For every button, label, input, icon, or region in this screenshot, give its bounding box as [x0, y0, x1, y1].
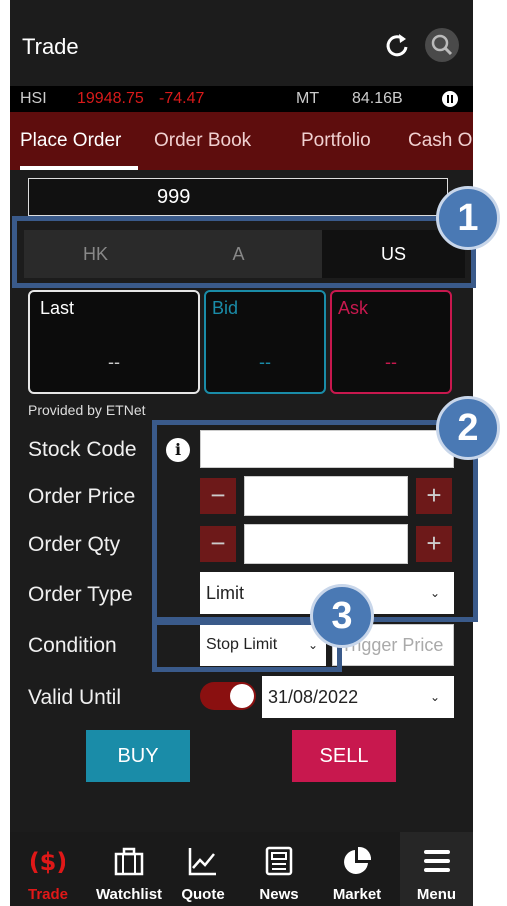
callout-badge-3: 3 [310, 584, 374, 648]
briefcase-icon [114, 847, 144, 876]
account-selector[interactable]: 999 [28, 178, 448, 216]
last-label: Last [40, 298, 75, 318]
sell-button[interactable]: SELL [292, 730, 396, 782]
search-icon[interactable] [425, 28, 459, 62]
nav-watchlist[interactable]: Watchlist [86, 832, 172, 906]
valid-until-toggle[interactable] [200, 682, 256, 710]
callout-box-1 [12, 216, 476, 288]
bid-price-box: Bid -- [204, 290, 326, 394]
trade-tabs: Place Order Order Book Portfolio Cash O [10, 112, 473, 170]
tab-portfolio[interactable]: Portfolio [301, 130, 371, 152]
pause-icon[interactable] [442, 91, 458, 107]
svg-text:($): ($) [31, 848, 65, 876]
order-qty-label: Order Qty [28, 533, 121, 556]
bottom-nav: ($) Trade Watchlist Quote [10, 832, 473, 906]
order-type-label: Order Type [28, 583, 133, 606]
menu-icon [423, 850, 450, 872]
nav-trade[interactable]: ($) Trade [10, 832, 86, 906]
index-name: HSI [20, 90, 47, 107]
ask-price-box: Ask -- [330, 290, 452, 394]
nav-market-label: Market [332, 886, 382, 903]
page-title: Trade [22, 34, 79, 59]
active-tab-indicator [20, 166, 138, 170]
valid-until-label: Valid Until [28, 686, 121, 709]
nav-news-label: News [259, 886, 299, 903]
tab-place-order[interactable]: Place Order [20, 130, 121, 152]
bid-label: Bid [212, 298, 239, 318]
last-value: -- [108, 352, 120, 372]
condition-label: Condition [28, 634, 117, 657]
nav-quote[interactable]: Quote [172, 832, 234, 906]
top-bar: Trade [10, 0, 473, 86]
valid-until-select[interactable]: 31/08/2022 ⌄ [262, 676, 454, 718]
last-price-box: Last -- [28, 290, 200, 394]
nav-watchlist-label: Watchlist [95, 886, 163, 903]
chart-icon [188, 848, 216, 876]
valid-until-value: 31/08/2022 [268, 687, 359, 707]
stock-code-label: Stock Code [28, 438, 137, 461]
nav-menu-label: Menu [416, 886, 457, 903]
pie-chart-icon [344, 846, 372, 874]
news-icon [265, 846, 293, 876]
callout-box-2 [152, 420, 478, 622]
tab-order-book[interactable]: Order Book [154, 130, 251, 152]
turnover-value: 84.16B [352, 90, 403, 107]
index-value: 19948.75 [77, 90, 144, 107]
ask-value: -- [385, 352, 397, 372]
refresh-icon[interactable] [380, 28, 414, 62]
nav-news[interactable]: News [246, 832, 312, 906]
buy-button[interactable]: BUY [86, 730, 190, 782]
bid-value: -- [259, 352, 271, 372]
chevron-down-icon: ⌄ [429, 690, 440, 704]
index-change: -74.47 [159, 90, 205, 107]
order-price-label: Order Price [28, 485, 136, 508]
data-provider-note: Provided by ETNet [28, 402, 146, 418]
tab-cash[interactable]: Cash O [408, 130, 472, 152]
nav-trade-label: Trade [27, 886, 69, 903]
trade-icon: ($) [31, 848, 65, 876]
ask-label: Ask [338, 298, 369, 318]
callout-badge-2: 2 [436, 396, 500, 460]
nav-menu[interactable]: Menu [400, 832, 473, 906]
nav-market[interactable]: Market [320, 832, 394, 906]
toggle-knob [230, 684, 254, 708]
nav-quote-label: Quote [181, 886, 225, 903]
market-ticker: HSI 19948.75 -74.47 MT 84.16B [10, 86, 473, 112]
callout-badge-1: 1 [436, 186, 500, 250]
turnover-label: MT [296, 90, 320, 107]
